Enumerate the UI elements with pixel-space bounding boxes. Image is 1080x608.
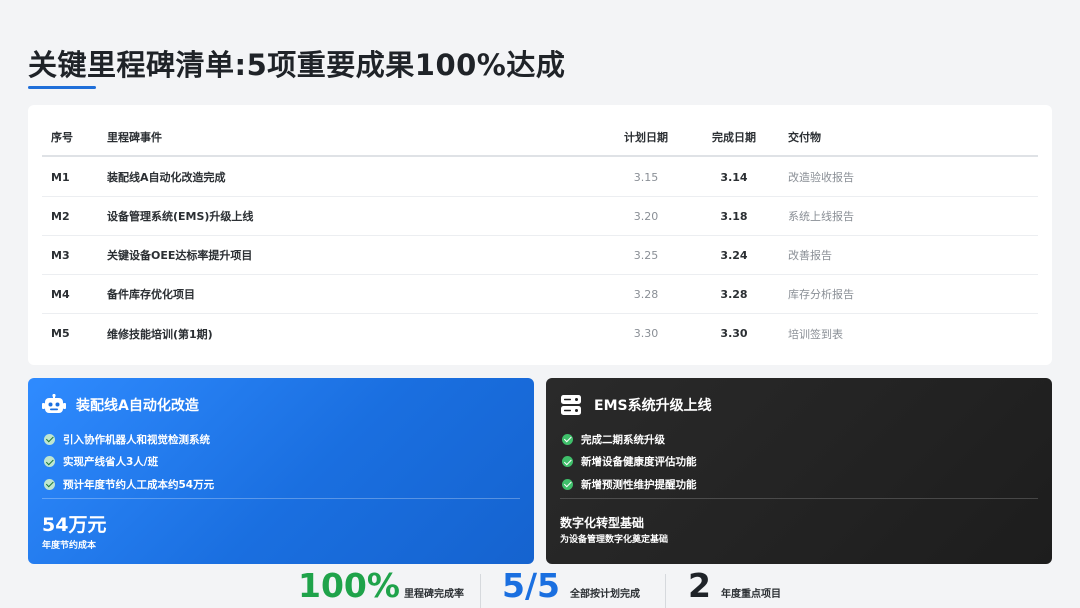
header-name: 里程碑事件 <box>107 131 162 144</box>
milestone-id: M2 <box>51 209 70 223</box>
stat-key-projects: 2 年度重点项目 <box>688 562 781 608</box>
bullet-text: 实现产线省人3人/班 <box>63 456 159 469</box>
milestone-id: M4 <box>51 287 70 301</box>
list-item: 新增设备健康度评估功能 <box>562 451 697 474</box>
deliverable: 培训签到表 <box>788 327 843 341</box>
table-row: M5 维修技能培训(第1期) 3.30 3.30 培训签到表 <box>42 314 1038 353</box>
table-row: M1 装配线A自动化改造完成 3.15 3.14 改造验收报告 <box>42 158 1038 197</box>
bullet-list: 引入协作机器人和视觉检测系统 实现产线省人3人/班 预计年度节约人工成本约54万… <box>44 428 214 496</box>
automation-card: 装配线A自动化改造 引入协作机器人和视觉检测系统 实现产线省人3人/班 预计年度… <box>28 378 534 564</box>
deliverable: 改善报告 <box>788 249 832 262</box>
savings-value: 54万元 <box>42 514 107 536</box>
deliverable: 系统上线报告 <box>788 210 854 223</box>
check-icon <box>562 456 573 468</box>
bullet-text: 引入协作机器人和视觉检测系统 <box>63 433 210 446</box>
plan-date: 3.15 <box>633 170 659 184</box>
milestone-name: 设备管理系统(EMS)升级上线 <box>107 210 254 223</box>
header-deliverable: 交付物 <box>788 131 821 144</box>
foundation-caption: 为设备管理数字化奠定基础 <box>560 535 669 545</box>
deliverable: 改造验收报告 <box>788 171 854 184</box>
card-title: 装配线A自动化改造 <box>76 398 199 414</box>
stat-label: 年度重点项目 <box>720 588 781 600</box>
check-icon <box>562 433 573 445</box>
done-date: 3.28 <box>720 287 748 301</box>
milestone-name: 装配线A自动化改造完成 <box>107 171 226 184</box>
bullet-text: 新增预测性维护提醒功能 <box>581 478 697 491</box>
stat-label: 全部按计划完成 <box>569 588 640 600</box>
bullet-text: 完成二期系统升级 <box>581 433 665 446</box>
list-item: 预计年度节约人工成本约54万元 <box>44 473 214 496</box>
stat-divider <box>665 574 666 608</box>
done-date: 3.18 <box>720 209 748 223</box>
check-icon <box>44 433 55 445</box>
list-item: 实现产线省人3人/班 <box>44 451 214 474</box>
plan-date: 3.30 <box>633 327 659 340</box>
milestone-id: M1 <box>51 170 70 184</box>
title-underline <box>28 86 96 89</box>
done-date: 3.30 <box>720 327 748 340</box>
page-title: 关键里程碑清单:5项重要成果100%达成 <box>28 48 566 82</box>
table-header-row: 序号 里程碑事件 计划日期 完成日期 交付物 <box>42 119 1038 157</box>
list-item: 完成二期系统升级 <box>562 428 697 451</box>
robot-icon <box>42 393 66 416</box>
bullet-text: 新增设备健康度评估功能 <box>581 456 697 469</box>
list-item: 引入协作机器人和视觉检测系统 <box>44 428 214 451</box>
done-date: 3.14 <box>720 170 748 184</box>
header-plan-date: 计划日期 <box>624 131 668 144</box>
list-item: 新增预测性维护提醒功能 <box>562 473 697 496</box>
stat-label: 里程碑完成率 <box>403 588 464 600</box>
milestone-table: 序号 里程碑事件 计划日期 完成日期 交付物 M1 装配线A自动化改造完成 3.… <box>28 105 1052 365</box>
check-icon <box>562 478 573 490</box>
done-date: 3.24 <box>720 248 748 262</box>
check-icon <box>44 456 55 468</box>
bullet-text: 预计年度节约人工成本约54万元 <box>63 478 215 491</box>
ems-card: EMS系统升级上线 完成二期系统升级 新增设备健康度评估功能 新增预测性维护提醒… <box>546 378 1052 564</box>
table-row: M4 备件库存优化项目 3.28 3.28 库存分析报告 <box>42 275 1038 314</box>
stat-value: 5/5 <box>502 565 560 605</box>
divider <box>42 498 520 499</box>
stat-divider <box>480 574 481 608</box>
stat-completion-rate: 100% 里程碑完成率 <box>298 562 464 608</box>
savings-caption: 年度节约成本 <box>42 541 97 551</box>
deliverable: 库存分析报告 <box>788 288 854 301</box>
plan-date: 3.25 <box>633 248 659 262</box>
table-row: M2 设备管理系统(EMS)升级上线 3.20 3.18 系统上线报告 <box>42 197 1038 236</box>
server-icon <box>560 394 584 416</box>
stat-on-schedule: 5/5 全部按计划完成 <box>502 562 640 608</box>
header-id: 序号 <box>51 131 73 144</box>
milestone-name: 维修技能培训(第1期) <box>107 327 213 341</box>
foundation-heading: 数字化转型基础 <box>560 516 645 530</box>
stat-value: 2 <box>688 565 711 605</box>
table-row: M3 关键设备OEE达标率提升项目 3.25 3.24 改善报告 <box>42 236 1038 275</box>
stat-value: 100% <box>298 565 400 605</box>
card-title: EMS系统升级上线 <box>594 398 712 414</box>
milestone-id: M5 <box>51 327 70 340</box>
plan-date: 3.28 <box>633 287 659 301</box>
header-done-date: 完成日期 <box>712 131 756 144</box>
milestone-name: 关键设备OEE达标率提升项目 <box>107 249 253 262</box>
milestone-name: 备件库存优化项目 <box>107 288 195 301</box>
plan-date: 3.20 <box>633 209 659 223</box>
bullet-list: 完成二期系统升级 新增设备健康度评估功能 新增预测性维护提醒功能 <box>562 428 697 496</box>
check-icon <box>44 478 55 490</box>
milestone-id: M3 <box>51 248 70 262</box>
divider <box>560 498 1038 499</box>
